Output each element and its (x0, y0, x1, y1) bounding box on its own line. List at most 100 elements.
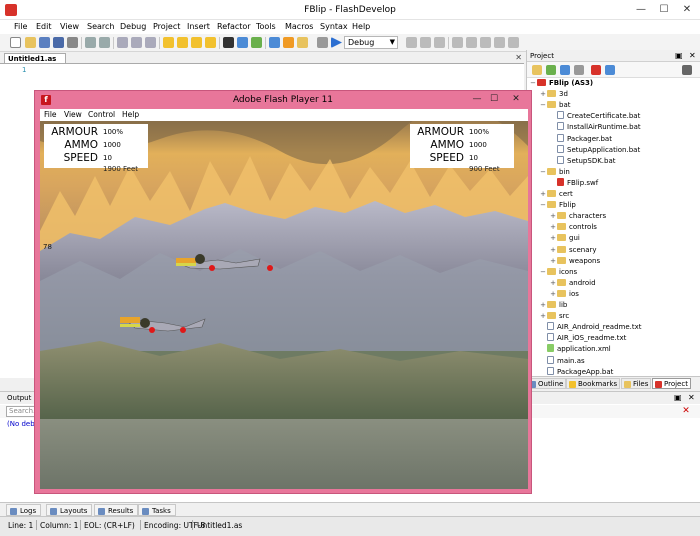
tree-item[interactable]: CreateCertificate.bat (549, 111, 640, 122)
menu-view[interactable]: View (60, 22, 79, 31)
print-icon[interactable] (67, 37, 78, 48)
bookmark-clear-icon[interactable] (205, 37, 216, 48)
find-in-files-icon[interactable] (251, 37, 262, 48)
find-icon[interactable] (237, 37, 248, 48)
expand-icon[interactable]: + (539, 300, 547, 311)
add-item-icon[interactable] (546, 65, 556, 75)
project-properties-icon[interactable] (605, 65, 615, 75)
tree-item[interactable]: + characters (549, 211, 606, 222)
expand-icon[interactable]: + (539, 189, 547, 200)
paste-icon[interactable] (145, 37, 156, 48)
play-icon[interactable] (331, 37, 342, 48)
tree-item[interactable]: + scenary (549, 245, 597, 256)
menu-refactor[interactable]: Refactor (217, 22, 251, 31)
expand-icon[interactable]: + (539, 311, 547, 322)
bookmark-star-icon[interactable] (163, 37, 174, 48)
debug-stop-icon[interactable] (434, 37, 445, 48)
menu-edit[interactable]: Edit (36, 22, 52, 31)
tree-item[interactable]: main.as (539, 355, 585, 367)
redo-icon[interactable] (99, 37, 110, 48)
menu-search[interactable]: Search (87, 22, 114, 31)
menu-syntax[interactable]: Syntax (320, 22, 348, 31)
pin-icon[interactable]: ▣ (674, 393, 682, 402)
menu-insert[interactable]: Insert (187, 22, 210, 31)
tree-item[interactable]: + android (549, 278, 596, 289)
flash-menu-control[interactable]: Control (88, 110, 115, 119)
collapse-all-icon[interactable] (574, 65, 584, 75)
save-all-icon[interactable] (53, 37, 64, 48)
menu-debug[interactable]: Debug (120, 22, 146, 31)
save-icon[interactable] (39, 37, 50, 48)
build-project-icon[interactable] (297, 37, 308, 48)
collapse-icon[interactable]: − (539, 167, 547, 178)
command-prompt-icon[interactable] (223, 37, 234, 48)
tab-logs[interactable]: Logs (6, 504, 42, 516)
undo-icon[interactable] (85, 37, 96, 48)
run-to-cursor-icon[interactable] (494, 37, 505, 48)
tree-item[interactable]: application.xml (539, 344, 611, 355)
collapse-icon[interactable]: − (529, 78, 537, 89)
expand-icon[interactable]: + (549, 278, 557, 289)
tab-results[interactable]: Results (94, 504, 139, 516)
tree-item[interactable]: +3d (539, 89, 568, 100)
bookmark-next-icon[interactable] (177, 37, 188, 48)
copy-icon[interactable] (131, 37, 142, 48)
tree-item[interactable]: SetupApplication.bat (549, 144, 640, 156)
tree-item[interactable]: + gui (549, 233, 580, 244)
tree-item[interactable]: + lib (539, 300, 567, 311)
expand-icon[interactable]: + (539, 89, 547, 100)
tab-tasks[interactable]: Tasks (138, 504, 176, 516)
tree-item[interactable]: AIR_Android_readme.txt (539, 322, 642, 333)
expand-icon[interactable]: + (549, 233, 557, 244)
close-document-icon[interactable]: ✕ (515, 53, 522, 62)
step-into-icon[interactable] (466, 37, 477, 48)
tree-item[interactable]: InstallAirRuntime.bat (549, 122, 641, 133)
menu-tools[interactable]: Tools (256, 22, 276, 31)
tree-item[interactable]: − bin (539, 167, 570, 178)
tab-outline[interactable]: Outline (526, 378, 567, 389)
maximize-button[interactable]: ☐ (657, 4, 671, 16)
tree-item[interactable]: Packager.bat (549, 133, 612, 145)
expand-icon[interactable]: + (549, 245, 557, 256)
close-button[interactable]: ✕ (509, 94, 523, 104)
flash-menu-file[interactable]: File (44, 110, 57, 119)
project-lock-icon[interactable] (682, 65, 692, 75)
debug-continue-icon[interactable] (406, 37, 417, 48)
tree-item[interactable]: AIR_iOS_readme.txt (539, 333, 626, 344)
breakpoint-icon[interactable] (508, 37, 519, 48)
tree-root[interactable]: − FBlip (AS3) (529, 78, 593, 89)
menu-file[interactable]: File (14, 22, 27, 31)
tree-item[interactable]: + ios (549, 289, 579, 300)
menu-help[interactable]: Help (352, 22, 370, 31)
collapse-icon[interactable]: − (539, 100, 547, 111)
open-project-icon[interactable] (532, 65, 542, 75)
test-movie-icon[interactable] (591, 65, 601, 75)
tab-bookmarks[interactable]: Bookmarks (566, 378, 621, 389)
cut-icon[interactable] (117, 37, 128, 48)
minimize-button[interactable]: — (470, 94, 484, 104)
collapse-icon[interactable]: − (539, 267, 547, 278)
tree-item[interactable]: SetupSDK.bat (549, 155, 616, 167)
pin-icon[interactable]: ▣ (675, 51, 683, 60)
tree-item[interactable]: − bat (539, 100, 570, 111)
bookmark-prev-icon[interactable] (191, 37, 202, 48)
maximize-button[interactable]: ☐ (487, 94, 501, 104)
minimize-button[interactable]: — (634, 4, 648, 16)
refresh-icon[interactable] (283, 37, 294, 48)
configuration-select[interactable]: Debug ▼ (344, 36, 398, 49)
tree-item[interactable]: + weapons (549, 256, 600, 267)
output-search-input[interactable]: Search... (6, 406, 40, 417)
tree-item[interactable]: + src (539, 311, 569, 322)
new-file-icon[interactable] (10, 37, 21, 48)
tree-item[interactable]: + controls (549, 222, 597, 233)
collapse-icon[interactable]: − (539, 200, 547, 211)
refresh-project-icon[interactable] (560, 65, 570, 75)
close-panel-icon[interactable]: ✕ (688, 393, 695, 402)
clear-output-icon[interactable]: ✕ (680, 406, 692, 417)
step-out-icon[interactable] (480, 37, 491, 48)
tree-item[interactable]: − icons (539, 267, 577, 278)
tab-project[interactable]: Project (652, 378, 691, 389)
expand-icon[interactable]: + (549, 211, 557, 222)
debug-pause-icon[interactable] (420, 37, 431, 48)
tree-item[interactable]: + cert (539, 189, 573, 200)
